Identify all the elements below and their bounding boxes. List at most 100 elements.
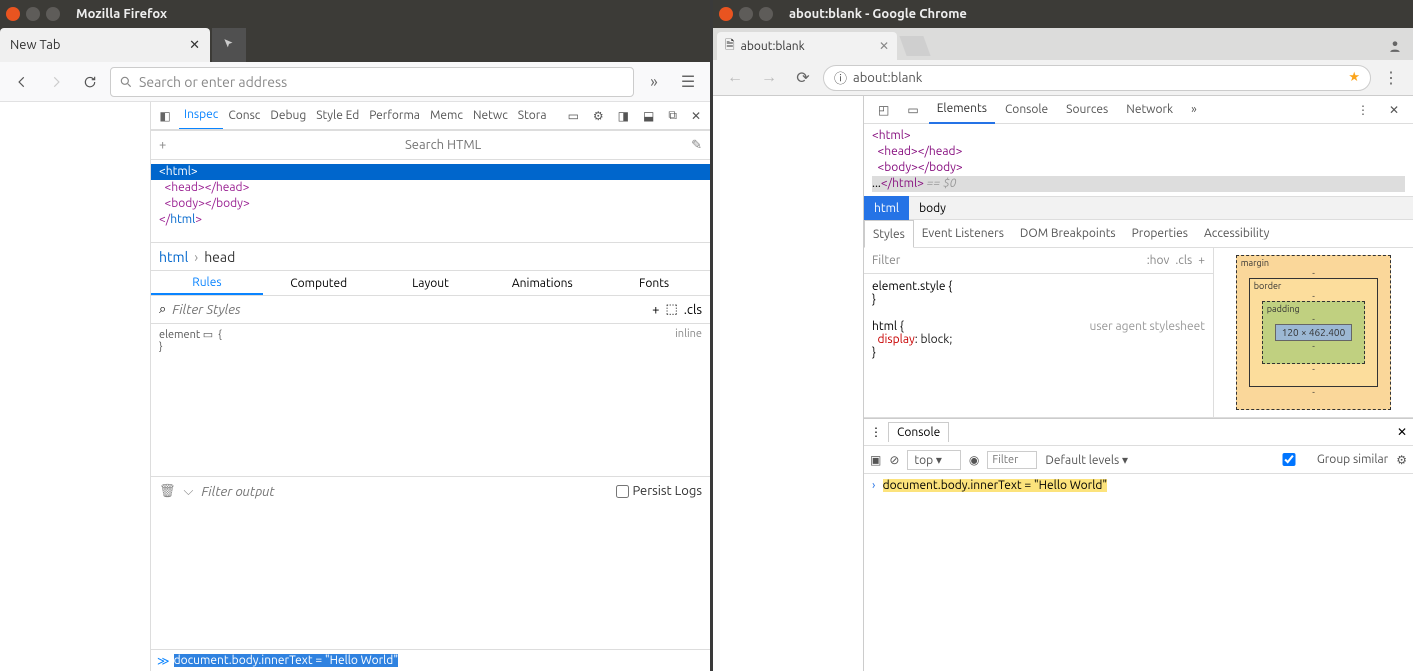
tab-performance[interactable]: Performa [364, 102, 425, 130]
rules-panel[interactable]: element.style { } html {user agent style… [864, 274, 1213, 417]
console-output[interactable] [151, 506, 710, 650]
tab-console[interactable]: Consc [223, 102, 265, 130]
trash-icon[interactable]: 🗑 [159, 484, 176, 499]
new-tab-button[interactable] [899, 36, 930, 56]
group-similar-checkbox[interactable] [1264, 453, 1314, 466]
console-input[interactable]: ≫ document.body.innerText = "Hello World… [151, 649, 710, 671]
dom-node-html-close[interactable]: </html> [151, 212, 710, 228]
maximize-icon[interactable] [759, 7, 773, 21]
close-tab-icon[interactable]: ✕ [879, 39, 889, 53]
tab-event-listeners[interactable]: Event Listeners [914, 220, 1012, 248]
tab-inspector[interactable]: Inspec [179, 102, 223, 130]
address-bar[interactable]: ⓘ about:blank ★ [823, 65, 1371, 91]
add-rule-icon[interactable]: + [1198, 254, 1205, 267]
tab-sources[interactable]: Sources [1058, 96, 1116, 124]
levels-select[interactable]: Default levels ▾ [1045, 453, 1128, 467]
inspect-element-icon[interactable]: ◰ [870, 96, 897, 124]
forward-button[interactable]: → [755, 64, 783, 92]
dom-node-head[interactable]: <head></head> [872, 144, 1405, 160]
console-tab[interactable]: Console [888, 422, 949, 442]
funnel-icon[interactable]: ⌵ [184, 484, 194, 499]
kebab-icon[interactable]: ⋮ [870, 425, 882, 439]
browser-tab[interactable]: New Tab ✕ [0, 28, 210, 62]
dom-tree[interactable]: <html> <head></head> <body></body> </htm… [151, 160, 710, 232]
context-select[interactable]: top ▾ [907, 450, 961, 470]
browser-tab[interactable]: 🗎 about:blank ✕ [717, 32, 897, 60]
menu-button[interactable]: ⋮ [1377, 64, 1405, 92]
filter-output-input[interactable] [201, 484, 607, 499]
dom-node-html[interactable]: <html> [872, 128, 1405, 144]
address-bar[interactable]: Search or enter address [110, 67, 634, 97]
close-drawer-icon[interactable]: ✕ [1397, 425, 1407, 439]
cls-toggle[interactable]: .cls [1175, 254, 1192, 267]
pseudo-class-icon[interactable]: ⬚ [665, 302, 677, 317]
more-tabs-icon[interactable]: » [1183, 96, 1205, 124]
settings-icon[interactable]: ⚙ [588, 102, 609, 130]
back-button[interactable]: ← [721, 64, 749, 92]
filter-label[interactable]: Filter [872, 254, 900, 267]
cls-toggle[interactable]: .cls [684, 303, 702, 317]
minimize-icon[interactable] [26, 7, 40, 21]
tab-fonts[interactable]: Fonts [598, 271, 710, 295]
persist-logs-checkbox[interactable] [616, 485, 629, 498]
tab-network[interactable]: Network [1118, 96, 1181, 124]
maximize-icon[interactable] [46, 7, 60, 21]
info-icon[interactable]: ⓘ [834, 68, 847, 87]
menu-button[interactable]: ☰ [674, 68, 702, 96]
breadcrumb-html[interactable]: html [159, 249, 188, 265]
close-devtools-icon[interactable]: ✕ [1381, 96, 1407, 124]
dock-bottom-icon[interactable]: ⬓ [638, 102, 659, 130]
inspect-element-icon[interactable]: ◧ [151, 102, 179, 130]
console-command[interactable]: document.body.innerText = "Hello World" [883, 479, 1108, 492]
tab-memory[interactable]: Memc [425, 102, 468, 130]
new-tab-button[interactable] [212, 28, 246, 62]
tab-style-editor[interactable]: Style Ed [311, 102, 364, 130]
tab-console[interactable]: Console [997, 96, 1056, 124]
dom-node-html[interactable]: <html> [151, 164, 710, 180]
tab-storage[interactable]: Stora [513, 102, 552, 130]
search-html-input[interactable] [405, 138, 691, 152]
dom-node-body[interactable]: <body></body> [872, 160, 1405, 176]
tab-computed[interactable]: Computed [263, 271, 375, 295]
console-filter-input[interactable] [987, 451, 1037, 469]
breadcrumb-head[interactable]: head [204, 249, 235, 265]
tab-properties[interactable]: Properties [1124, 220, 1196, 248]
minimize-icon[interactable] [739, 7, 753, 21]
filter-styles-input[interactable] [172, 302, 646, 317]
breadcrumb-body[interactable]: body [909, 196, 956, 220]
back-button[interactable] [8, 68, 36, 96]
close-devtools-icon[interactable]: ✕ [686, 102, 706, 130]
dom-node-html-close[interactable]: ...</html> == $0 [872, 176, 1405, 192]
close-icon[interactable] [6, 7, 20, 21]
tab-layout[interactable]: Layout [375, 271, 487, 295]
tab-dom-breakpoints[interactable]: DOM Breakpoints [1012, 220, 1124, 248]
add-rule-icon[interactable]: + [652, 303, 659, 317]
dom-node-head[interactable]: <head></head> [151, 180, 710, 196]
eye-icon[interactable]: ◉ [969, 453, 979, 467]
reload-button[interactable]: ⟳ [789, 64, 817, 92]
dom-tree[interactable]: <html> <head></head> <body></body> ...</… [864, 124, 1413, 196]
kebab-icon[interactable]: ⋮ [1349, 96, 1377, 124]
device-toolbar-icon[interactable]: ▭ [899, 96, 926, 124]
sidebar-toggle-icon[interactable]: ▣ [870, 453, 881, 467]
tab-accessibility[interactable]: Accessibility [1196, 220, 1277, 248]
breadcrumb-html[interactable]: html [864, 196, 909, 220]
console-output[interactable]: › document.body.innerText = "Hello World… [864, 474, 1413, 671]
popout-icon[interactable]: ⧉ [663, 102, 682, 130]
tab-network[interactable]: Netwc [468, 102, 513, 130]
add-node-icon[interactable]: + [159, 138, 175, 152]
tab-animations[interactable]: Animations [486, 271, 598, 295]
overflow-button[interactable]: » [640, 68, 668, 96]
hov-toggle[interactable]: :hov [1147, 254, 1170, 267]
reload-button[interactable] [76, 68, 104, 96]
tab-styles[interactable]: Styles [864, 220, 914, 248]
rules-panel[interactable]: element ▭ {inline } [151, 324, 710, 476]
user-icon[interactable] [1383, 34, 1407, 58]
edit-icon[interactable]: ✎ [691, 138, 702, 153]
close-icon[interactable] [719, 7, 733, 21]
bookmark-star-icon[interactable]: ★ [1348, 70, 1360, 85]
forward-button[interactable] [42, 68, 70, 96]
gear-icon[interactable]: ⚙ [1396, 453, 1407, 467]
dom-node-body[interactable]: <body></body> [151, 196, 710, 212]
clear-console-icon[interactable]: ⊘ [889, 453, 899, 467]
